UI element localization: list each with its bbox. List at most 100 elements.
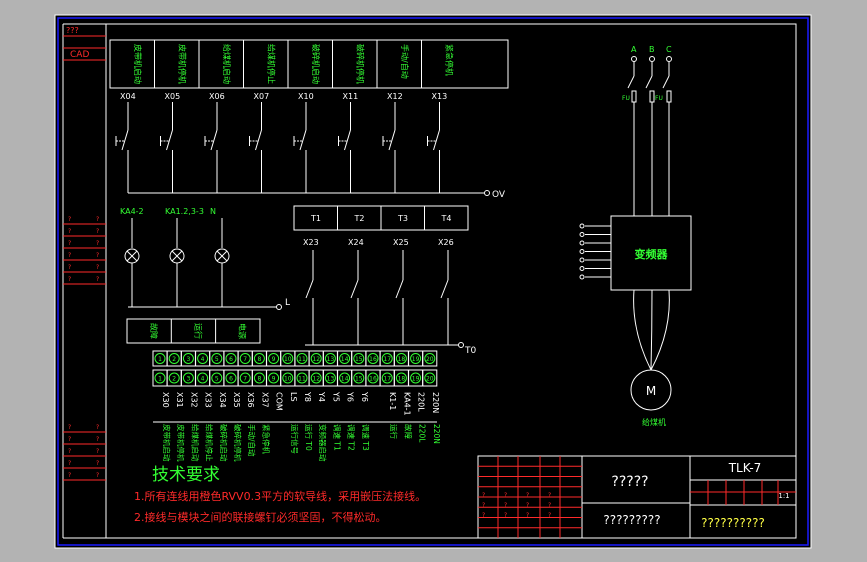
phase-label-1: B [649, 45, 655, 54]
terminal-num-b-15: 16 [369, 376, 377, 383]
tb-cell: ? [504, 502, 507, 509]
cad-viewport: ??? CAD ?????????????????????? 皮带机启动 X04 皮… [0, 0, 867, 562]
side-tick: ? [68, 216, 71, 223]
terminal-num-b-18: 19 [412, 376, 420, 383]
t-label-2: T3 [397, 214, 408, 223]
terminal-code-5: X35 [232, 392, 241, 408]
side-tick: ? [96, 460, 99, 467]
switch-tag-4: X10 [298, 92, 314, 101]
terminal-code-18: 220L [417, 392, 426, 412]
electrical-schematic: ??? CAD ?????????????????????? 皮带机启动X04皮… [54, 14, 812, 549]
terminal-desc-14: 调速 T3 [361, 424, 370, 451]
terminal-num-13: 14 [341, 356, 349, 363]
terminal-code-11: Y4 [317, 391, 326, 402]
tb-cell: ? [504, 512, 507, 519]
terminal-code-9: LS [289, 392, 298, 402]
switch-desc-7: 紧急停机 [445, 44, 455, 76]
terminal-num-2: 3 [186, 356, 190, 363]
motor-caption: 给煤机 [642, 417, 666, 427]
lamp-desc-2: 电源 [238, 323, 248, 339]
motor-label: M [646, 384, 656, 398]
scale-label: 1:1 [778, 492, 789, 500]
tb-cell: ? [548, 492, 551, 499]
terminal-code-0: X30 [161, 392, 170, 408]
terminal-desc-17: 故障 [403, 424, 413, 439]
t-label-1: T2 [354, 214, 365, 223]
l-label: L [285, 298, 290, 308]
fuse-label-1: FU [622, 95, 630, 102]
side-tick: ? [68, 448, 71, 455]
terminal-num-3: 4 [201, 356, 205, 363]
terminal-code-4: X34 [218, 392, 227, 408]
terminal-num-0: 1 [158, 356, 162, 363]
switch-desc-5: 破碎机停机 [356, 44, 366, 84]
tb-cell: ? [526, 492, 529, 499]
terminal-code-10: Y8 [303, 391, 312, 402]
terminal-num-5: 6 [229, 356, 233, 363]
out-tag-0: X23 [303, 238, 319, 247]
t-label-0: T1 [310, 214, 321, 223]
side-tick: ? [68, 264, 71, 271]
terminal-num-7: 8 [257, 356, 261, 363]
terminal-num-12: 13 [327, 356, 335, 363]
out-tag-2: X25 [393, 238, 409, 247]
side-label-cad: CAD [70, 50, 89, 60]
tb-cell: ? [526, 512, 529, 519]
terminal-num-6: 7 [243, 356, 247, 363]
terminal-code-2: X32 [189, 392, 198, 408]
terminal-code-16: K1-1 [388, 392, 397, 410]
side-tick: ? [68, 240, 71, 247]
t0-label: T0 [464, 346, 476, 356]
side-tick: ? [96, 228, 99, 235]
switch-desc-3: 给煤机停止 [267, 44, 277, 84]
side-tick: ? [68, 252, 71, 259]
terminal-num-b-9: 10 [284, 376, 292, 383]
terminal-num-b-14: 15 [355, 376, 363, 383]
phase-label-2: C [666, 45, 672, 54]
terminal-code-3: X33 [204, 392, 213, 408]
terminal-desc-6: 手动/自动 [247, 424, 257, 457]
terminal-code-17: KA4-1 [402, 392, 411, 416]
terminal-code-14: Y6 [360, 391, 369, 402]
terminal-num-b-7: 8 [257, 376, 261, 383]
terminal-num-b-17: 18 [398, 376, 406, 383]
vfd-label: 变频器 [635, 247, 669, 261]
side-tick: ? [96, 436, 99, 443]
lamp-desc-0: 故障 [149, 323, 159, 339]
switch-desc-2: 给煤机启动 [222, 44, 232, 84]
terminal-num-17: 18 [398, 356, 406, 363]
switch-tag-7: X13 [432, 92, 448, 101]
terminal-num-b-0: 1 [158, 376, 162, 383]
side-tick: ? [96, 252, 99, 259]
terminal-desc-5: 破碎机停机 [233, 424, 243, 462]
tb-cell: ? [548, 512, 551, 519]
terminal-num-b-2: 3 [186, 376, 190, 383]
terminal-num-b-16: 17 [383, 376, 391, 383]
side-tick: ? [68, 436, 71, 443]
side-tick: ? [96, 276, 99, 283]
phase-label-0: A [631, 45, 637, 54]
terminal-num-b-12: 13 [327, 376, 335, 383]
t-label-3: T4 [441, 214, 452, 223]
terminal-code-1: X31 [175, 392, 184, 408]
terminal-num-15: 16 [369, 356, 377, 363]
terminal-desc-9: 运行信号 [290, 424, 300, 454]
terminal-desc-0: 皮带机启动 [162, 424, 172, 462]
terminal-code-19: 220N [431, 392, 440, 413]
terminal-code-8: COM [275, 392, 284, 411]
terminal-num-b-4: 5 [215, 376, 219, 383]
terminal-desc-7: 紧急停机 [261, 424, 271, 454]
terminal-code-7: X37 [260, 392, 269, 408]
switch-tag-5: X11 [343, 92, 359, 101]
switch-tag-3: X07 [254, 92, 270, 101]
terminal-num-10: 11 [298, 356, 306, 363]
lamp-tag-0: KA4-2 [120, 207, 144, 216]
side-tick: ? [96, 240, 99, 247]
terminal-desc-1: 皮带机停机 [176, 424, 186, 462]
terminal-num-16: 17 [383, 356, 391, 363]
terminal-desc-19: 220N [432, 424, 441, 444]
terminal-num-b-10: 11 [298, 376, 306, 383]
terminal-desc-4: 破碎机启动 [219, 424, 229, 462]
switch-desc-0: 皮带机启动 [133, 44, 143, 84]
switch-desc-4: 破碎机启动 [311, 44, 321, 84]
